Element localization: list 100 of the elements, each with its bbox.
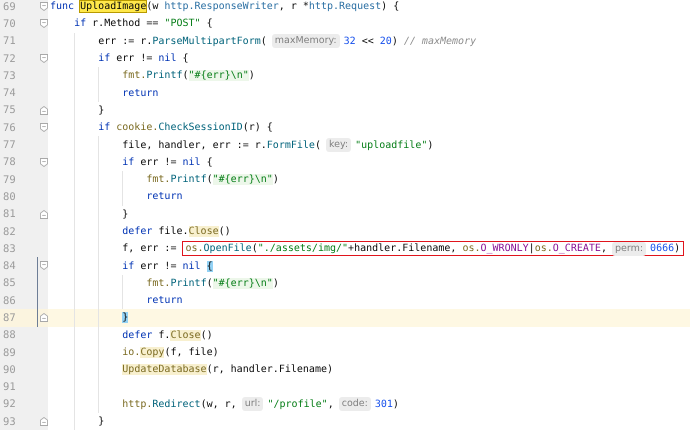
line-number: 92 [2, 398, 16, 410]
fold-icon[interactable] [40, 106, 48, 115]
line-number: 78 [2, 156, 16, 168]
line-number: 87 [2, 312, 16, 324]
constant-name: O_WRONLY [480, 243, 529, 254]
code-text: ( [314, 140, 321, 151]
line-number: 83 [2, 242, 16, 255]
keyword: nil [182, 156, 201, 168]
code-text: ( [206, 278, 213, 289]
keyword: if [98, 122, 112, 134]
number-literal: 20 [380, 36, 392, 47]
fold-icon[interactable] [40, 417, 48, 426]
line-number: 81 [2, 208, 16, 220]
code-text: ) [392, 36, 399, 47]
code-text: ( [182, 70, 189, 82]
line-number: 71 [2, 35, 16, 48]
code-text: { [206, 156, 213, 168]
package-name: io. [122, 347, 140, 358]
code-text: } [98, 104, 104, 116]
string-literal: "./assets/img/" [258, 243, 348, 254]
fold-icon[interactable] [40, 2, 48, 11]
parameter-hint: maxMemory: [272, 34, 340, 48]
code-text: ) [248, 70, 255, 82]
code-text: err != [139, 156, 178, 168]
code-text: { [206, 18, 213, 30]
code-text: +handler.Filename, [348, 243, 458, 254]
type-name: http.Request [308, 1, 382, 12]
keyword: if [122, 156, 134, 168]
line-number: 84 [2, 260, 16, 272]
function-name: Redirect [152, 398, 201, 410]
parameter-hint: code: [338, 397, 371, 412]
code-text: (f, file) [164, 347, 219, 358]
code-text: () [218, 226, 231, 237]
code-text: ( [252, 243, 258, 254]
function-name: OpenFile [204, 243, 252, 254]
type-name: http.ResponseWriter [164, 1, 279, 12]
fold-icon[interactable] [40, 19, 48, 28]
code-text: err := r. [98, 36, 152, 47]
code-text: ) [272, 278, 279, 289]
number-literal: 32 [344, 36, 356, 47]
line-number: 91 [2, 381, 16, 394]
code-text: ) [427, 140, 434, 151]
code-text: ( [260, 36, 267, 47]
package-name: http. [122, 398, 152, 410]
line-number: 89 [2, 346, 16, 359]
code-text: ) { [381, 1, 400, 12]
string-literal: "uploadfile" [355, 140, 428, 151]
code-text: } [122, 208, 128, 220]
parameter-hint: key: [326, 138, 352, 152]
package-name: os. [462, 243, 480, 254]
fold-icon[interactable] [40, 210, 48, 219]
code-text: (r) { [242, 122, 273, 134]
keyword: defer [122, 330, 152, 341]
function-name: ParseMultipartForm [152, 36, 261, 47]
brace: { [206, 260, 213, 272]
keyword: if [98, 53, 110, 64]
function-name: Close [170, 330, 201, 341]
line-number: 90 [2, 364, 16, 376]
code-text: file. [157, 226, 189, 237]
code-text: r.Method == [91, 18, 160, 30]
line-number: 80 [2, 190, 16, 203]
keyword: return [146, 295, 182, 306]
keyword: if [122, 260, 134, 272]
function-name: CheckSessionID [158, 122, 243, 134]
function-name: UpdateDatabase [122, 364, 207, 376]
code-text: ) [392, 398, 399, 410]
line-number: 79 [2, 174, 16, 186]
package-name: fmt. [146, 174, 170, 186]
function-name: UploadImage [80, 1, 146, 12]
code-text: () [200, 330, 213, 341]
line-number: 69 [2, 0, 16, 13]
keyword: if [74, 18, 86, 30]
function-name: Printf [170, 174, 207, 186]
line-number: 75 [2, 104, 16, 116]
line-number: 74 [2, 87, 16, 100]
code-text: , [600, 243, 607, 254]
code-text: ( [206, 174, 213, 186]
function-name: Printf [170, 278, 207, 289]
keyword: func [50, 1, 76, 12]
code-text: (w, r, [200, 398, 237, 410]
code-text: err != [115, 53, 154, 64]
line-number: 77 [2, 139, 16, 152]
package-name: fmt. [122, 70, 146, 82]
line-number: 70 [2, 18, 16, 30]
fold-icon[interactable] [40, 261, 48, 270]
package-name: fmt. [146, 278, 170, 289]
constant-name: O_CREATE [552, 243, 601, 254]
keyword: return [146, 191, 182, 202]
package-name: os. [534, 243, 553, 254]
fold-icon[interactable] [40, 123, 48, 132]
string-literal: "POST" [164, 18, 201, 30]
code-text: err != [139, 260, 178, 272]
code-text: ) [674, 243, 680, 254]
fold-icon[interactable] [40, 54, 48, 63]
line-number: 73 [2, 70, 16, 82]
function-name: Copy [140, 347, 164, 358]
parameter-hint: url: [242, 397, 264, 412]
fold-icon[interactable] [40, 313, 48, 322]
function-name: Printf [146, 70, 182, 82]
fold-icon[interactable] [40, 158, 48, 167]
